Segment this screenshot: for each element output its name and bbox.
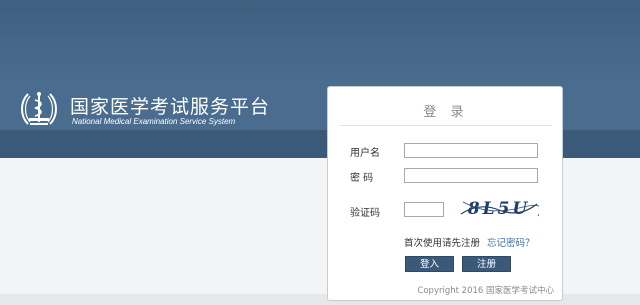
captcha-input[interactable] (404, 202, 444, 217)
captcha-label: 验证码 (350, 208, 380, 219)
captcha-image[interactable]: 8L5U (459, 194, 539, 222)
site-logo: 国家医学考试服务平台 National Medical Examination … (18, 88, 271, 132)
username-label: 用户名 (350, 148, 380, 159)
medical-emblem-icon (21, 92, 57, 125)
register-button[interactable]: 注册 (462, 256, 511, 272)
password-input[interactable] (404, 168, 538, 183)
username-input[interactable] (404, 143, 538, 158)
first-time-hint: 首次使用请先注册 (404, 238, 481, 249)
login-panel: 登 录 用户名 密 码 验证码 8L5U 首次使用请先注册 忘记密码？ 登入 注… (327, 86, 563, 301)
site-subtitle: National Medical Examination Service Sys… (72, 117, 236, 126)
login-button[interactable]: 登入 (405, 256, 454, 272)
title-divider (340, 125, 552, 126)
forgot-password-link[interactable]: 忘记密码？ (487, 235, 535, 249)
site-title: 国家医学考试服务平台 (70, 96, 271, 118)
captcha-text: 8L5U (467, 199, 530, 219)
login-title: 登 录 (423, 105, 469, 120)
password-label: 密 码 (350, 173, 374, 184)
copyright-text: Copyright 2016 国家医学考试中心 (417, 286, 554, 296)
